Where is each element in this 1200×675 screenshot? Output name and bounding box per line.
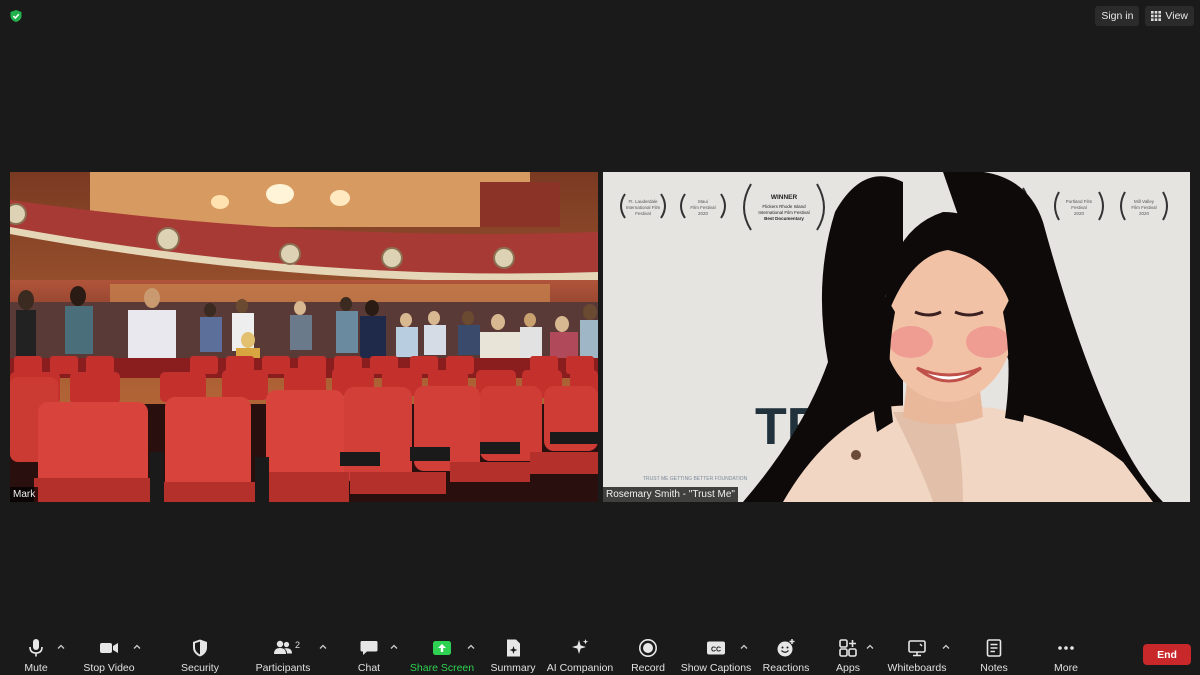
video-options-caret[interactable] bbox=[132, 642, 142, 652]
share-screen-button[interactable]: Share Screen bbox=[409, 630, 475, 675]
closed-captions-icon: CC bbox=[707, 641, 725, 655]
sign-in-label: Sign in bbox=[1101, 10, 1134, 22]
participants-options-caret[interactable] bbox=[318, 642, 328, 652]
top-bar: Sign in View bbox=[0, 0, 1200, 32]
more-label: More bbox=[1054, 662, 1078, 674]
chevron-up-icon bbox=[319, 644, 327, 649]
notes-button[interactable]: Notes bbox=[980, 630, 1008, 675]
apps-icon bbox=[839, 639, 857, 657]
chevron-up-icon bbox=[942, 644, 950, 649]
meeting-toolbar: Mute Stop Video Security Participants 2 … bbox=[0, 630, 1200, 675]
video-tile-rosemary-smith[interactable]: Ft. Lauderdale International Film Festival… bbox=[603, 172, 1190, 502]
more-dots-icon bbox=[1058, 646, 1074, 650]
participants-icon bbox=[274, 640, 292, 654]
captions-options-caret[interactable] bbox=[739, 642, 749, 652]
record-button[interactable]: Record bbox=[631, 630, 665, 675]
summary-document-icon bbox=[507, 639, 520, 657]
security-label: Security bbox=[181, 662, 219, 674]
shield-check-icon[interactable] bbox=[9, 9, 23, 23]
participants-label: Participants bbox=[255, 662, 311, 674]
chat-options-caret[interactable] bbox=[389, 642, 399, 652]
chat-label: Chat bbox=[357, 662, 381, 674]
share-options-caret[interactable] bbox=[466, 642, 476, 652]
chevron-up-icon bbox=[467, 644, 475, 649]
ai-companion-button[interactable]: AI Companion bbox=[546, 630, 614, 675]
svg-text:TRUST ME GETTING BETTER FOUN: TRUST ME GETTING BETTER FOUNDATION bbox=[643, 476, 748, 482]
chevron-up-icon bbox=[57, 644, 65, 649]
mute-options-caret[interactable] bbox=[56, 642, 66, 652]
end-meeting-button[interactable]: End bbox=[1143, 644, 1191, 665]
svg-text:International Film: International Film bbox=[626, 205, 661, 210]
chat-button[interactable]: Chat bbox=[356, 630, 382, 675]
mute-label: Mute bbox=[24, 662, 48, 674]
svg-text:Best Documentary: Best Documentary bbox=[764, 216, 804, 221]
chevron-up-icon bbox=[740, 644, 748, 649]
svg-text:Portland Film: Portland Film bbox=[1066, 199, 1093, 204]
participants-count: 2 bbox=[295, 640, 301, 650]
summary-label: Summary bbox=[490, 662, 536, 674]
apps-label: Apps bbox=[836, 662, 860, 674]
speaker-video-feed: Ft. LauderdaleInternational FilmFestival… bbox=[603, 172, 1190, 502]
whiteboards-label: Whiteboards bbox=[887, 662, 947, 674]
theater-video-feed bbox=[10, 172, 598, 502]
svg-text:2020: 2020 bbox=[1074, 211, 1085, 216]
apps-options-caret[interactable] bbox=[865, 642, 875, 652]
svg-text:WINNER: WINNER bbox=[771, 194, 798, 201]
video-tile-mark[interactable]: Mark bbox=[10, 172, 598, 502]
svg-text:Maui: Maui bbox=[698, 199, 708, 204]
svg-text:Festival: Festival bbox=[1071, 205, 1087, 210]
record-label: Record bbox=[631, 662, 665, 674]
end-label: End bbox=[1157, 648, 1177, 661]
svg-text:Film Festival: Film Festival bbox=[690, 205, 715, 210]
svg-text:2020: 2020 bbox=[1139, 211, 1150, 216]
summary-button[interactable]: Summary bbox=[490, 630, 536, 675]
reactions-button[interactable]: Reactions bbox=[762, 630, 810, 675]
apps-button[interactable]: Apps bbox=[834, 630, 862, 675]
svg-text:CC: CC bbox=[711, 647, 721, 654]
grid-view-icon bbox=[1151, 11, 1162, 21]
svg-text:Film Festival: Film Festival bbox=[1131, 205, 1156, 210]
stop-video-label: Stop Video bbox=[83, 662, 135, 674]
share-screen-label: Share Screen bbox=[409, 662, 475, 674]
show-captions-button[interactable]: CC Show Captions bbox=[681, 630, 751, 675]
notes-icon bbox=[986, 639, 1002, 657]
svg-text:Mill Valley: Mill Valley bbox=[1134, 199, 1155, 204]
view-label: View bbox=[1165, 10, 1188, 22]
mute-button[interactable]: Mute bbox=[22, 630, 50, 675]
emoji-icon bbox=[777, 639, 795, 657]
participant-name-tag: Rosemary Smith - "Trust Me" bbox=[603, 487, 738, 502]
svg-text:Ft. Lauderdale: Ft. Lauderdale bbox=[628, 199, 658, 204]
record-icon bbox=[639, 639, 657, 657]
svg-text:2020: 2020 bbox=[698, 211, 709, 216]
stop-video-button[interactable]: Stop Video bbox=[83, 630, 135, 675]
reactions-label: Reactions bbox=[762, 662, 810, 674]
svg-text:International Film Festival: International Film Festival bbox=[758, 210, 809, 215]
show-captions-label: Show Captions bbox=[680, 662, 752, 674]
participant-name-tag: Mark bbox=[10, 487, 39, 502]
ai-companion-label: AI Companion bbox=[546, 662, 614, 674]
view-button[interactable]: View bbox=[1145, 6, 1194, 26]
whiteboards-options-caret[interactable] bbox=[941, 642, 951, 652]
security-button[interactable]: Security bbox=[181, 630, 219, 675]
whiteboards-button[interactable]: Whiteboards bbox=[888, 630, 946, 675]
svg-text:Festival: Festival bbox=[635, 211, 651, 216]
sign-in-button[interactable]: Sign in bbox=[1095, 6, 1140, 26]
shield-icon bbox=[193, 639, 207, 657]
chevron-up-icon bbox=[866, 644, 874, 649]
video-camera-icon bbox=[100, 643, 118, 653]
more-button[interactable]: More bbox=[1051, 630, 1081, 675]
sparkle-icon bbox=[572, 639, 589, 654]
chevron-up-icon bbox=[133, 644, 141, 649]
notes-label: Notes bbox=[980, 662, 1008, 674]
participants-button[interactable]: Participants bbox=[254, 630, 312, 675]
chevron-up-icon bbox=[390, 644, 398, 649]
svg-text:Flickers Rhode Island: Flickers Rhode Island bbox=[762, 204, 806, 209]
chat-bubble-icon bbox=[360, 641, 378, 655]
microphone-icon bbox=[29, 639, 43, 657]
share-screen-icon bbox=[433, 641, 451, 655]
whiteboard-icon bbox=[908, 640, 926, 657]
